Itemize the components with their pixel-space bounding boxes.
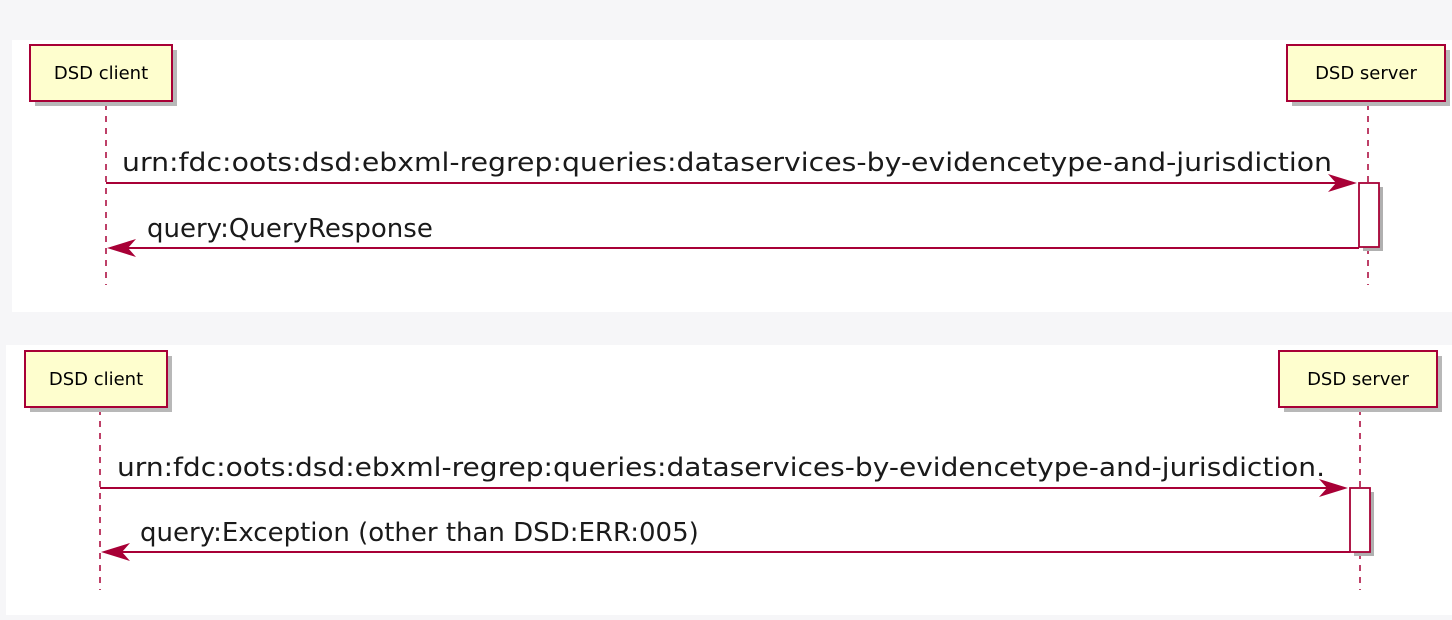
client-participant-label: DSD client bbox=[54, 63, 148, 84]
client-participant: DSD client bbox=[29, 44, 177, 106]
server-participant-label: DSD server bbox=[1307, 369, 1409, 390]
server-participant: DSD server bbox=[1278, 350, 1442, 412]
server-activation-bar bbox=[1358, 182, 1380, 248]
server-activation-bar bbox=[1349, 487, 1371, 553]
sequence-diagram-2: DSD client DSD server urn:fdc:oots:dsd:e… bbox=[6, 345, 1452, 615]
server-participant-label: DSD server bbox=[1315, 63, 1417, 84]
response-message-label: query:Exception (other than DSD:ERR:005) bbox=[140, 518, 699, 548]
client-participant: DSD client bbox=[24, 350, 172, 412]
client-participant-label: DSD client bbox=[49, 369, 143, 390]
request-message-label: urn:fdc:oots:dsd:ebxml-regrep:queries:da… bbox=[117, 453, 1325, 483]
request-message-label: urn:fdc:oots:dsd:ebxml-regrep:queries:da… bbox=[122, 148, 1332, 178]
response-message-label: query:QueryResponse bbox=[147, 214, 433, 244]
sequence-diagram-1: DSD client DSD server urn:fdc:oots:dsd:e… bbox=[12, 40, 1452, 312]
server-participant: DSD server bbox=[1286, 44, 1450, 106]
sequence-diagrams: DSD client DSD server urn:fdc:oots:dsd:e… bbox=[6, 40, 1452, 615]
